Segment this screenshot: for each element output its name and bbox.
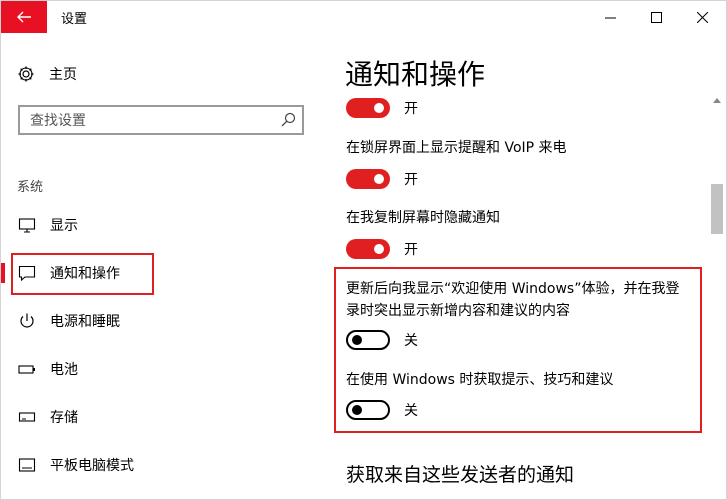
toggle-switch[interactable]	[346, 98, 390, 118]
sidebar-item-label: 电源和睡眠	[50, 314, 120, 330]
monitor-icon	[18, 216, 36, 234]
battery-icon	[18, 360, 36, 378]
toggle-state-label: 开	[404, 172, 418, 188]
setting-label-welcome-experience-line2: 录时突出显示新增内容和建议的内容	[346, 303, 570, 319]
toggle-state-label: 关	[404, 403, 418, 419]
arrow-left-icon	[17, 11, 31, 23]
setting-row: 关	[346, 330, 418, 350]
sidebar-item-label: 存储	[50, 410, 78, 426]
settings-window: 设置 主页 查找设置 系统 显示 通知和操作 电源和睡眠 电池 存储 平板电脑模…	[0, 0, 727, 500]
setting-row: 开	[346, 98, 418, 118]
toggle-switch[interactable]	[346, 169, 390, 189]
toggle-state-label: 关	[404, 333, 418, 349]
toggle-switch[interactable]	[346, 400, 390, 420]
page-title: 通知和操作	[345, 58, 486, 91]
toggle-state-label: 开	[404, 242, 418, 258]
setting-label-welcome-experience-line1: 更新后向我显示“欢迎使用 Windows”体验，并在我登	[346, 281, 680, 297]
gear-icon	[17, 65, 35, 83]
maximize-button[interactable]	[633, 1, 679, 33]
setting-row: 开	[346, 169, 418, 189]
sidebar-item-display[interactable]: 显示	[1, 205, 321, 245]
toggle-knob	[374, 244, 384, 254]
toggle-state-label: 开	[404, 101, 418, 117]
window-title: 设置	[61, 12, 88, 27]
section-title-senders: 获取来自这些发送者的通知	[346, 464, 575, 486]
group-label-system: 系统	[17, 180, 44, 195]
toggle-knob	[352, 335, 362, 345]
toggle-switch[interactable]	[346, 330, 390, 350]
minimize-icon	[604, 17, 616, 18]
toggle-knob	[374, 174, 384, 184]
scrollbar[interactable]	[709, 96, 726, 499]
setting-label-hide-when-duplicating: 在我复制屏幕时隐藏通知	[346, 210, 500, 226]
sidebar-item-label: 电池	[50, 362, 78, 378]
toggle-switch[interactable]	[346, 239, 390, 259]
close-button[interactable]	[679, 1, 725, 33]
power-icon	[18, 312, 36, 330]
sidebar-item-label: 平板电脑模式	[50, 458, 134, 474]
highlight-box-nav	[11, 253, 154, 295]
title-bar: 设置	[1, 1, 726, 33]
search-input[interactable]	[28, 110, 272, 132]
sidebar-item-storage[interactable]: 存储	[1, 397, 321, 437]
sidebar: 主页 系统 显示 通知和操作	[1, 33, 321, 499]
setting-row: 关	[346, 400, 418, 420]
setting-label-tips-tricks: 在使用 Windows 时获取提示、技巧和建议	[346, 372, 614, 388]
scroll-thumb[interactable]	[711, 184, 723, 234]
scroll-up-arrow-icon[interactable]	[713, 98, 721, 103]
toggle-knob	[352, 405, 362, 415]
setting-row: 开	[346, 239, 418, 259]
home-label: 主页	[49, 67, 77, 83]
sidebar-item-power[interactable]: 电源和睡眠	[1, 301, 321, 341]
active-indicator	[1, 263, 5, 283]
back-button[interactable]	[1, 1, 47, 33]
close-icon	[696, 11, 708, 23]
home-link[interactable]: 主页	[17, 63, 77, 85]
storage-icon	[18, 408, 36, 426]
sidebar-item-battery[interactable]: 电池	[1, 349, 321, 389]
maximize-icon	[650, 11, 662, 23]
search-icon[interactable]	[280, 112, 296, 128]
toggle-knob	[374, 103, 384, 113]
sidebar-item-label: 显示	[50, 218, 78, 234]
main-content: 通知和操作 开 在锁屏界面上显示提醒和 VoIP 来电 开 在我复制屏幕时隐藏通…	[321, 33, 726, 499]
setting-label-lockscreen-voip: 在锁屏界面上显示提醒和 VoIP 来电	[346, 140, 567, 156]
search-box[interactable]	[18, 105, 304, 135]
tablet-icon	[18, 456, 36, 474]
sidebar-item-tablet-mode[interactable]: 平板电脑模式	[1, 445, 321, 485]
minimize-button[interactable]	[587, 1, 633, 33]
